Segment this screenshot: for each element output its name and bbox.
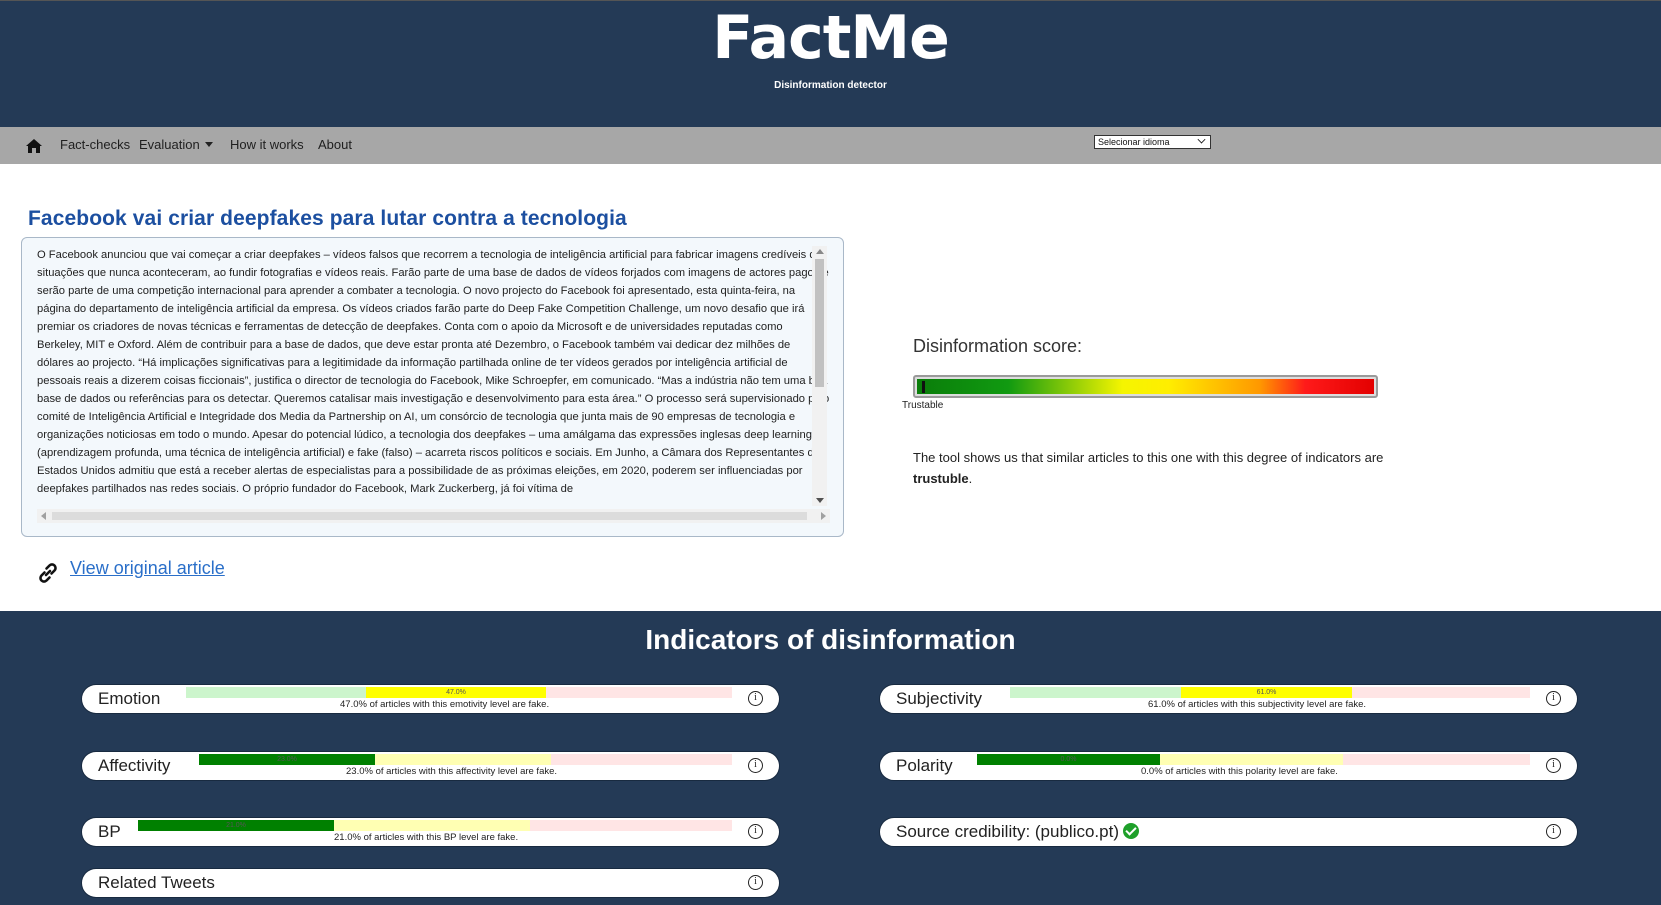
scroll-thumb-horizontal[interactable] (52, 512, 807, 520)
site-title: FactMe (712, 3, 950, 73)
indicator-bp-bar: 21.0% (138, 820, 732, 831)
indicator-polarity-bar: 0.0% (977, 754, 1530, 765)
indicator-subjectivity-value: 61.0% (1256, 689, 1277, 696)
info-icon[interactable]: i (1546, 824, 1561, 839)
score-marker (922, 381, 925, 393)
nav-about[interactable]: About (318, 137, 352, 152)
indicator-subjectivity[interactable]: Subjectivity 61.0% 61.0% of articles wit… (880, 685, 1577, 713)
info-icon[interactable]: i (748, 758, 763, 773)
indicator-emotion-label: Emotion (98, 689, 161, 708)
horizontal-scrollbar[interactable] (37, 509, 830, 523)
indicator-subjectivity-bar: 61.0% (1010, 687, 1530, 698)
indicator-bp-caption: 21.0% of articles with this BP level are… (334, 832, 519, 843)
indicator-emotion-caption: 47.0% of articles with this emotivity le… (340, 699, 550, 710)
indicator-emotion[interactable]: Emotion 47.0% 47.0% of articles with thi… (82, 685, 779, 713)
indicator-polarity-caption: 0.0% of articles with this polarity leve… (1141, 766, 1338, 777)
language-select[interactable]: Selecionar idioma (1094, 135, 1211, 149)
disinformation-score-bar (913, 375, 1378, 398)
indicator-affectivity-label: Affectivity (98, 756, 171, 775)
nav-fact-checks[interactable]: Fact-checks (60, 137, 130, 152)
info-icon[interactable]: i (748, 875, 763, 890)
nav-how-it-works[interactable]: How it works (230, 137, 304, 152)
indicator-emotion-bar: 47.0% (186, 687, 732, 698)
article-body: O Facebook anunciou que vai começar a cr… (37, 249, 830, 495)
article-text-box[interactable]: O Facebook anunciou que vai começar a cr… (21, 237, 844, 537)
score-description: The tool shows us that similar articles … (913, 450, 1384, 486)
source-credibility-label: Source credibility: (publico.pt) (896, 822, 1139, 842)
related-tweets-label: Related Tweets (98, 873, 215, 892)
indicator-polarity-value: 0.0% (1060, 756, 1077, 763)
scroll-down-icon[interactable] (816, 498, 824, 503)
info-icon[interactable]: i (748, 824, 763, 839)
vertical-scrollbar[interactable] (812, 246, 827, 506)
indicator-affectivity-bar: 23.0% (199, 754, 732, 765)
related-tweets[interactable]: Related Tweets i (82, 869, 779, 897)
indicator-affectivity[interactable]: Affectivity 23.0% 23.0% of articles with… (82, 752, 779, 780)
scroll-up-icon[interactable] (816, 249, 824, 254)
site-header: FactMe Disinformation detector (0, 0, 1661, 127)
language-select-value: Selecionar idioma (1098, 137, 1170, 147)
disinformation-score-label: Disinformation score: (913, 336, 1083, 356)
indicator-bp-value: 21.0% (226, 822, 246, 829)
chevron-down-icon (204, 142, 213, 147)
indicator-subjectivity-label: Subjectivity (896, 689, 982, 708)
indicator-source-credibility[interactable]: Source credibility: (publico.pt) i (880, 818, 1577, 846)
info-icon[interactable]: i (1546, 758, 1561, 773)
score-verdict: trustuble (913, 471, 969, 486)
indicator-subjectivity-caption: 61.0% of articles with this subjectivity… (1148, 699, 1367, 710)
indicator-bp-label: BP (98, 822, 121, 841)
scroll-thumb[interactable] (815, 259, 824, 387)
nav-evaluation-dropdown[interactable]: Evaluation (139, 137, 213, 152)
chevron-down-icon (1197, 135, 1206, 144)
indicator-polarity-label: Polarity (896, 756, 953, 775)
link-icon (39, 563, 57, 583)
info-icon[interactable]: i (748, 691, 763, 706)
scroll-right-icon[interactable] (821, 512, 826, 520)
info-icon[interactable]: i (1546, 691, 1561, 706)
site-tagline: Disinformation detector (774, 80, 887, 91)
indicators-title: Indicators of disinformation (645, 624, 1016, 655)
navbar: Fact-checks Evaluation How it works Abou… (0, 127, 1661, 164)
indicator-bp[interactable]: BP 21.0% 21.0% of articles with this BP … (82, 818, 779, 846)
indicator-affectivity-value: 23.0% (277, 756, 297, 763)
nav-evaluation-label: Evaluation (139, 137, 200, 152)
home-icon[interactable] (25, 138, 43, 154)
view-original-article-link[interactable]: View original article (70, 558, 225, 579)
indicator-affectivity-caption: 23.0% of articles with this affectivity … (346, 766, 558, 777)
check-circle-icon (1122, 823, 1139, 839)
scroll-left-icon[interactable] (41, 512, 46, 520)
indicator-emotion-value: 47.0% (446, 689, 466, 696)
article-title: Facebook vai criar deepfakes para lutar … (28, 207, 627, 230)
indicator-polarity[interactable]: Polarity 0.0% 0.0% of articles with this… (880, 752, 1577, 780)
indicators-section: Indicators of disinformation Emotion 47.… (0, 611, 1661, 905)
score-scale-left-label: Trustable (902, 400, 944, 411)
